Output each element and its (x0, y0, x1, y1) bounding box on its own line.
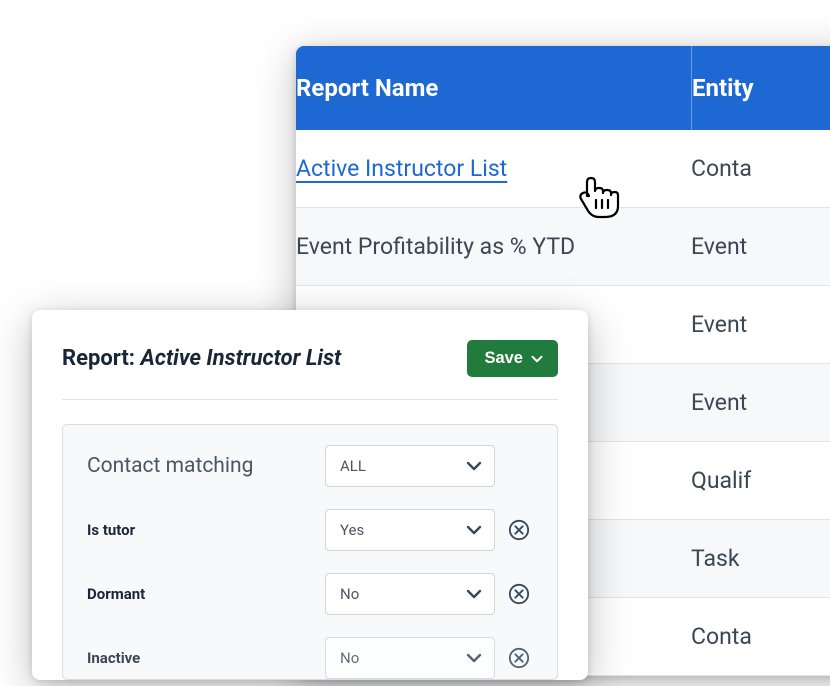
save-button-label: Save (484, 349, 523, 368)
filter-value: No (340, 649, 359, 667)
cell-entity: Event (691, 287, 830, 362)
reports-table-header: Report Name Entity (296, 46, 830, 130)
chevron-down-icon (531, 353, 543, 365)
editor-title-prefix: Report: (62, 346, 140, 371)
table-row: Active Instructor List Conta (296, 130, 830, 208)
filter-row: Is tutor Yes (87, 509, 533, 551)
cell-entity: Conta (691, 131, 830, 206)
close-circle-icon (508, 583, 530, 605)
report-link[interactable]: Active Instructor List (296, 155, 507, 182)
matching-value: ALL (340, 457, 366, 475)
filter-value: No (340, 585, 359, 603)
matching-label: Contact matching (87, 454, 325, 478)
filter-label: Inactive (87, 649, 325, 667)
chevron-down-icon (466, 522, 482, 538)
filter-row: Inactive No (87, 637, 533, 679)
column-header-entity: Entity (691, 46, 830, 130)
filter-select[interactable]: No (325, 637, 495, 679)
save-button[interactable]: Save (467, 340, 558, 377)
filter-label: Dormant (87, 585, 325, 603)
chevron-down-icon (466, 458, 482, 474)
editor-title-report-name: Active Instructor List (140, 346, 341, 371)
chevron-down-icon (466, 586, 482, 602)
chevron-down-icon (466, 650, 482, 666)
cell-entity: Task (691, 521, 830, 596)
remove-filter-button[interactable] (507, 518, 531, 542)
editor-title: Report: Active Instructor List (62, 346, 341, 371)
table-row: Event Profitability as % YTD Event (296, 208, 830, 286)
matching-select[interactable]: ALL (325, 445, 495, 487)
cell-name: Event Profitability as % YTD (296, 209, 691, 284)
filter-select[interactable]: Yes (325, 509, 495, 551)
report-editor-panel: Report: Active Instructor List Save Cont… (32, 310, 588, 680)
remove-filter-button[interactable] (507, 646, 531, 670)
editor-header: Report: Active Instructor List Save (62, 340, 558, 400)
column-header-name: Report Name (296, 46, 691, 130)
filter-select[interactable]: No (325, 573, 495, 615)
cell-entity: Qualif (691, 443, 830, 518)
cell-entity: Event (691, 209, 830, 284)
filter-label: Is tutor (87, 521, 325, 539)
cell-entity: Event (691, 365, 830, 440)
close-circle-icon (508, 647, 530, 669)
remove-filter-button[interactable] (507, 582, 531, 606)
filter-value: Yes (340, 521, 364, 539)
close-circle-icon (508, 519, 530, 541)
filter-row: Dormant No (87, 573, 533, 615)
cell-entity: Conta (691, 599, 830, 674)
filter-box: Contact matching ALL Is tutor Yes Dorman… (62, 424, 558, 680)
